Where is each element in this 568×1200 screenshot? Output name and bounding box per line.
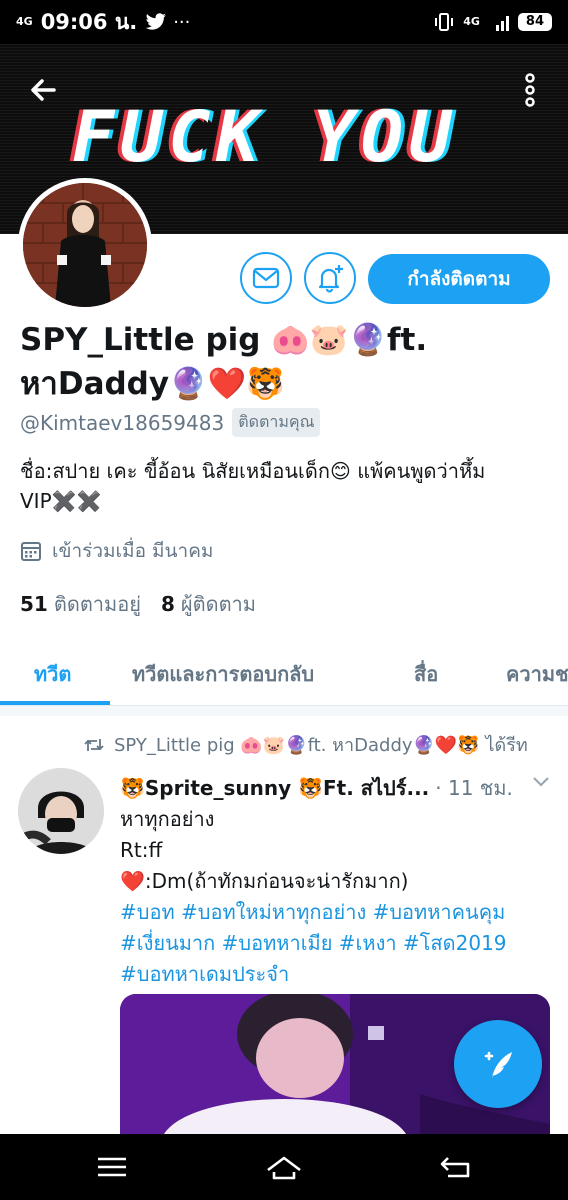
menu-icon[interactable] bbox=[92, 1152, 132, 1182]
twitter-icon bbox=[145, 13, 167, 30]
system-nav-bar bbox=[0, 1134, 568, 1200]
hashtags-line[interactable]: #บอทหาเดมประจำ bbox=[120, 959, 550, 990]
calendar-icon bbox=[21, 542, 41, 561]
back-nav-icon[interactable] bbox=[436, 1152, 476, 1182]
followers-link[interactable]: 8 ผู้ติดตาม bbox=[161, 588, 256, 620]
tab-media[interactable]: สื่อ bbox=[414, 658, 438, 690]
tweet-header: 🐯Sprite_sunny 🐯Ft. สไปร์... · 11 ชม. bbox=[120, 772, 513, 804]
tab-likes[interactable]: ความช bbox=[506, 658, 568, 690]
signal-icon bbox=[495, 16, 509, 31]
profile-avatar[interactable] bbox=[18, 178, 152, 312]
vibrate-icon bbox=[435, 13, 454, 31]
notifications-button[interactable] bbox=[304, 252, 356, 304]
avatar-image bbox=[23, 183, 147, 307]
home-icon[interactable] bbox=[264, 1152, 304, 1182]
compose-feather-icon bbox=[484, 1051, 512, 1078]
back-arrow-icon[interactable] bbox=[24, 70, 64, 110]
tweet-author[interactable]: 🐯Sprite_sunny 🐯Ft. สไปร์... bbox=[120, 772, 429, 804]
display-name: SPY_Little pig 🐽🐷🔮ft. หาDaddy🔮❤️🐯 bbox=[20, 318, 540, 406]
bell-plus-icon bbox=[318, 265, 343, 293]
profile-tabs: ทวีต ทวีตและการตอบกลับ สื่อ ความช bbox=[0, 640, 568, 706]
joined-date: เข้าร่วมเมื่อ มีนาคม bbox=[20, 536, 213, 566]
message-button[interactable] bbox=[240, 252, 292, 304]
follows-you-badge: ติดตามคุณ bbox=[232, 408, 321, 437]
banner-text: FUCK YOU bbox=[72, 96, 458, 178]
hashtags-line[interactable]: #เงี่ยนมาก #บอทหาเมีย #เหงา #โสด2019 bbox=[120, 928, 550, 959]
network-indicator-right: 4G bbox=[463, 15, 480, 28]
display-name-line1: SPY_Little pig 🐽🐷🔮ft. bbox=[20, 322, 428, 358]
handle-row: @Kimtaev18659483 ติดตามคุณ bbox=[20, 408, 321, 437]
compose-tweet-button[interactable] bbox=[454, 1020, 542, 1108]
following-link[interactable]: 51 ติดตามอยู่ bbox=[20, 588, 141, 620]
tweet-line: หาทุกอย่าง bbox=[120, 807, 215, 831]
tweet-time: · 11 ชม. bbox=[435, 776, 513, 800]
network-indicator: 4G bbox=[16, 15, 33, 28]
display-name-line2: หาDaddy🔮❤️🐯 bbox=[20, 366, 285, 402]
retweet-label: SPY_Little pig 🐽🐷🔮ft. หาDaddy🔮❤️🐯 ได้รีท bbox=[114, 735, 528, 756]
status-bar: 4G 09:06 น. ··· 4G 84 bbox=[0, 0, 568, 44]
retweet-context: SPY_Little pig 🐽🐷🔮ft. หาDaddy🔮❤️🐯 ได้รีท bbox=[84, 730, 528, 759]
user-handle: @Kimtaev18659483 bbox=[20, 410, 225, 435]
tab-tweets[interactable]: ทวีต bbox=[34, 658, 71, 690]
joined-text: เข้าร่วมเมื่อ มีนาคม bbox=[52, 540, 214, 562]
tweet-text: หาทุกอย่าง Rt:ff ❤️:Dm(ถ้าทักมก่อนจะน่าร… bbox=[120, 804, 550, 990]
battery-icon: 84 bbox=[517, 13, 552, 31]
active-tab-indicator bbox=[0, 701, 110, 705]
hashtags-line[interactable]: #บอท #บอทใหม่หาทุกอย่าง #บอทหาคนคุม bbox=[120, 897, 550, 928]
more-dots-icon: ··· bbox=[173, 11, 191, 33]
profile-bio: ชื่อ:สปาย เคะ ขี้อ้อน นิสัยเหมือนเด็ก😊 แ… bbox=[20, 459, 486, 513]
followers-count: 8 bbox=[160, 592, 175, 616]
tab-tweets-and-replies[interactable]: ทวีตและการตอบกลับ bbox=[132, 658, 314, 690]
retweet-icon bbox=[84, 738, 104, 751]
tweet-line: ❤️:Dm(ถ้าทักมก่อนจะน่ารักมาก) bbox=[120, 869, 409, 893]
followers-label: ผู้ติดตาม bbox=[180, 592, 256, 616]
tweet-line: Rt:ff bbox=[120, 838, 163, 862]
follow-counts: 51 ติดตามอยู่ 8 ผู้ติดตาม bbox=[20, 588, 256, 620]
following-label: ติดตามอยู่ bbox=[53, 592, 141, 616]
envelope-icon bbox=[252, 267, 280, 289]
tweet-author-avatar[interactable] bbox=[18, 768, 104, 854]
following-button[interactable]: กำลังติดตาม bbox=[368, 254, 550, 304]
status-time: 09:06 น. bbox=[40, 9, 138, 34]
tab-separator bbox=[0, 706, 568, 716]
following-count: 51 bbox=[20, 592, 48, 616]
tweet-avatar-image bbox=[18, 768, 104, 854]
chevron-down-icon[interactable] bbox=[530, 772, 552, 792]
overflow-menu-icon[interactable] bbox=[520, 70, 540, 110]
